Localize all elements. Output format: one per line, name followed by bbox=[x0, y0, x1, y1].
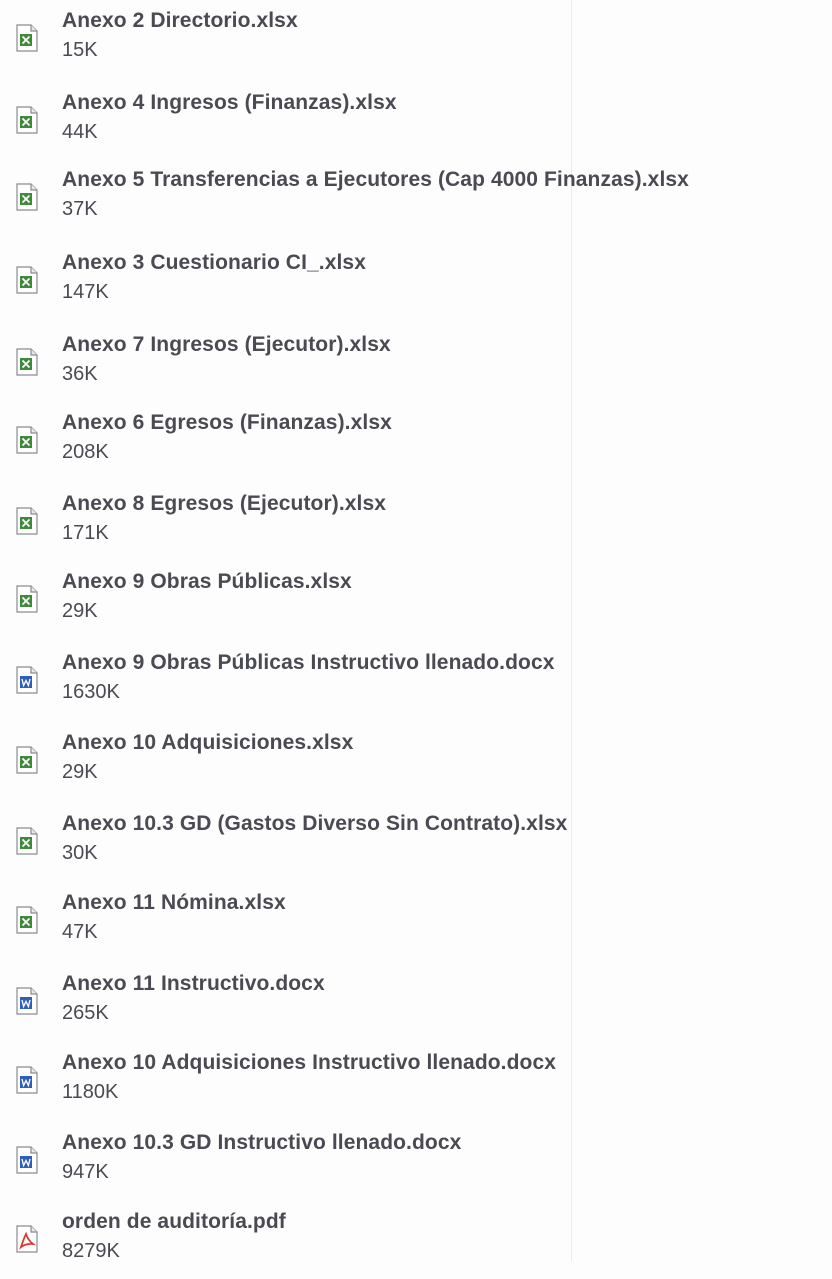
file-size: 947K bbox=[62, 1161, 109, 1183]
file-size: 30K bbox=[62, 842, 98, 864]
file-item-anexo-10[interactable]: Anexo 10 Adquisiciones.xlsx 29K bbox=[14, 730, 824, 800]
file-item-anexo-11[interactable]: Anexo 11 Nómina.xlsx 47K bbox=[14, 890, 824, 960]
pdf-file-icon bbox=[16, 1225, 38, 1253]
file-name[interactable]: Anexo 5 Transferencias a Ejecutores (Cap… bbox=[62, 167, 689, 193]
file-name[interactable]: Anexo 9 Obras Públicas.xlsx bbox=[62, 569, 352, 595]
file-item-anexo-9[interactable]: Anexo 9 Obras Públicas.xlsx 29K bbox=[14, 569, 824, 639]
word-file-icon bbox=[16, 1146, 38, 1174]
file-item-anexo-10-3[interactable]: Anexo 10.3 GD (Gastos Diverso Sin Contra… bbox=[14, 811, 824, 881]
file-item-anexo-8[interactable]: Anexo 8 Egresos (Ejecutor).xlsx 171K bbox=[14, 491, 824, 561]
file-size: 47K bbox=[62, 921, 98, 943]
file-size: 15K bbox=[62, 39, 98, 61]
file-name[interactable]: Anexo 10.3 GD Instructivo llenado.docx bbox=[62, 1130, 461, 1156]
file-item-anexo-7[interactable]: Anexo 7 Ingresos (Ejecutor).xlsx 36K bbox=[14, 332, 824, 402]
file-size: 8279K bbox=[62, 1240, 120, 1262]
file-name[interactable]: Anexo 8 Egresos (Ejecutor).xlsx bbox=[62, 491, 386, 517]
excel-file-icon bbox=[16, 585, 38, 613]
excel-file-icon bbox=[16, 827, 38, 855]
word-file-icon bbox=[16, 987, 38, 1015]
file-name[interactable]: Anexo 6 Egresos (Finanzas).xlsx bbox=[62, 410, 392, 436]
excel-file-icon bbox=[16, 426, 38, 454]
file-name[interactable]: Anexo 11 Instructivo.docx bbox=[62, 971, 325, 997]
file-name[interactable]: Anexo 4 Ingresos (Finanzas).xlsx bbox=[62, 90, 397, 116]
excel-file-icon bbox=[16, 507, 38, 535]
excel-file-icon bbox=[16, 746, 38, 774]
file-item-anexo-5[interactable]: Anexo 5 Transferencias a Ejecutores (Cap… bbox=[14, 167, 824, 237]
file-name[interactable]: Anexo 3 Cuestionario CI_.xlsx bbox=[62, 250, 366, 276]
excel-file-icon bbox=[16, 106, 38, 134]
file-item-anexo-3[interactable]: Anexo 3 Cuestionario CI_.xlsx 147K bbox=[14, 250, 824, 320]
file-name[interactable]: orden de auditoría.pdf bbox=[62, 1209, 286, 1235]
file-size: 29K bbox=[62, 761, 98, 783]
file-size: 147K bbox=[62, 281, 109, 303]
file-size: 171K bbox=[62, 522, 109, 544]
file-item-anexo-9-instructivo[interactable]: Anexo 9 Obras Públicas Instructivo llena… bbox=[14, 650, 824, 720]
file-item-anexo-10-3-instructivo[interactable]: Anexo 10.3 GD Instructivo llenado.docx 9… bbox=[14, 1130, 824, 1200]
file-item-orden-auditoria[interactable]: orden de auditoría.pdf 8279K bbox=[14, 1209, 824, 1279]
excel-file-icon bbox=[16, 348, 38, 376]
file-item-anexo-11-instructivo[interactable]: Anexo 11 Instructivo.docx 265K bbox=[14, 971, 824, 1041]
file-name[interactable]: Anexo 2 Directorio.xlsx bbox=[62, 8, 298, 34]
file-name[interactable]: Anexo 10 Adquisiciones.xlsx bbox=[62, 730, 353, 756]
file-item-anexo-10-instructivo[interactable]: Anexo 10 Adquisiciones Instructivo llena… bbox=[14, 1050, 824, 1120]
file-item-anexo-2[interactable]: Anexo 2 Directorio.xlsx 15K bbox=[14, 8, 824, 78]
file-item-anexo-6[interactable]: Anexo 6 Egresos (Finanzas).xlsx 208K bbox=[14, 410, 824, 480]
excel-file-icon bbox=[16, 906, 38, 934]
file-name[interactable]: Anexo 10.3 GD (Gastos Diverso Sin Contra… bbox=[62, 811, 567, 837]
excel-file-icon bbox=[16, 24, 38, 52]
file-item-anexo-4[interactable]: Anexo 4 Ingresos (Finanzas).xlsx 44K bbox=[14, 90, 824, 160]
file-size: 36K bbox=[62, 363, 98, 385]
excel-file-icon bbox=[16, 266, 38, 294]
file-size: 1630K bbox=[62, 681, 120, 703]
file-size: 44K bbox=[62, 121, 98, 143]
excel-file-icon bbox=[16, 183, 38, 211]
file-size: 29K bbox=[62, 600, 98, 622]
file-size: 208K bbox=[62, 441, 109, 463]
file-name[interactable]: Anexo 9 Obras Públicas Instructivo llena… bbox=[62, 650, 555, 676]
file-name[interactable]: Anexo 11 Nómina.xlsx bbox=[62, 890, 286, 916]
file-size: 265K bbox=[62, 1002, 109, 1024]
word-file-icon bbox=[16, 1066, 38, 1094]
file-name[interactable]: Anexo 7 Ingresos (Ejecutor).xlsx bbox=[62, 332, 391, 358]
file-size: 37K bbox=[62, 198, 98, 220]
word-file-icon bbox=[16, 666, 38, 694]
file-size: 1180K bbox=[62, 1081, 119, 1103]
file-name[interactable]: Anexo 10 Adquisiciones Instructivo llena… bbox=[62, 1050, 556, 1076]
